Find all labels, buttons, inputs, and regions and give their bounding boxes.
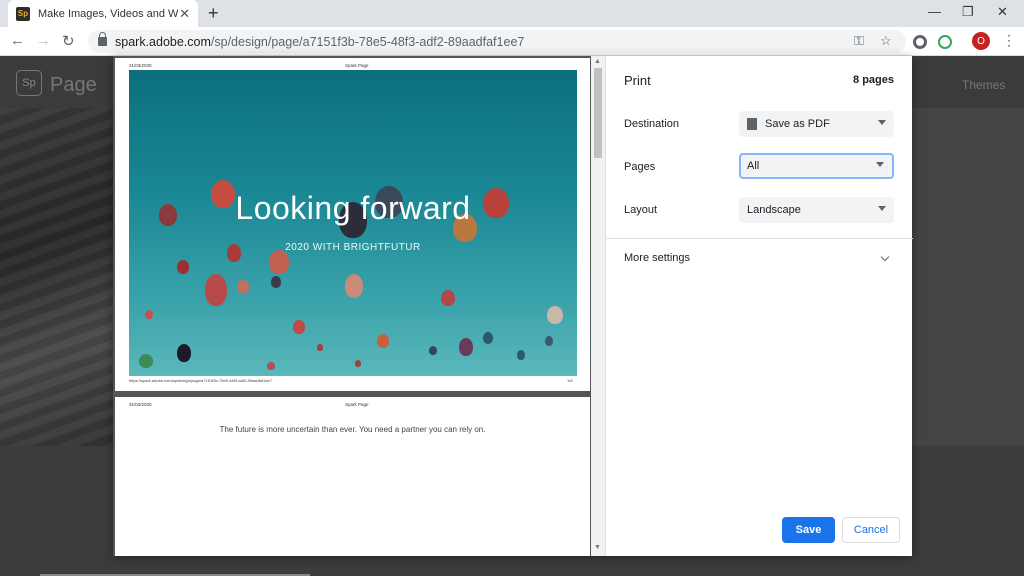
tab-title: Make Images, Videos and Web St — [38, 7, 178, 20]
close-tab-icon[interactable]: ✕ — [179, 6, 190, 22]
layout-select[interactable]: Landscape — [739, 197, 894, 223]
page-date: 31/03/2020 — [129, 63, 152, 68]
page-count: 8 pages — [853, 74, 894, 86]
pages-value: All — [747, 160, 760, 172]
balloon — [177, 260, 189, 274]
key-icon[interactable]: ⚿ — [854, 33, 864, 49]
print-title: Print — [624, 73, 651, 88]
star-icon[interactable]: ☆ — [880, 33, 892, 49]
balloon — [429, 346, 437, 355]
page-date: 31/03/2020 — [129, 402, 152, 407]
balloon — [177, 344, 191, 362]
reload-icon[interactable]: ↻ — [62, 32, 75, 50]
balloon — [267, 362, 275, 370]
balloon — [483, 332, 493, 344]
layout-value: Landscape — [747, 204, 801, 216]
balloon — [145, 310, 153, 319]
scroll-up-icon[interactable]: ▲ — [594, 58, 601, 65]
dropdown-caret-icon — [878, 120, 886, 125]
balloon — [345, 274, 363, 298]
hero-title: Looking forward — [235, 190, 471, 226]
chevron-down-icon[interactable] — [880, 252, 890, 262]
destination-label: Destination — [624, 118, 680, 130]
hero-image: Looking forward 2020 WITH BRIGHTFUTUR — [129, 70, 577, 376]
balloon — [293, 320, 305, 334]
print-preview: 31/03/2020 Spark Page Looking forward 20… — [113, 56, 605, 556]
spark-logo: Sp — [16, 70, 42, 96]
preview-page-1: 31/03/2020 Spark Page Looking forward 20… — [115, 58, 590, 391]
balloon — [205, 274, 227, 306]
dropdown-caret-icon — [878, 206, 886, 211]
background-photo-texture — [0, 108, 114, 446]
avatar[interactable]: O — [972, 32, 990, 50]
background-right-panel — [912, 108, 1024, 446]
minimize-icon[interactable]: — — [928, 4, 941, 19]
cancel-button[interactable]: Cancel — [842, 517, 900, 543]
menu-icon[interactable]: ⋮ — [1002, 32, 1016, 49]
layout-label: Layout — [624, 204, 658, 216]
lock-icon — [98, 32, 107, 46]
page-header: Spark Page — [345, 402, 369, 407]
restore-icon[interactable]: ❐ — [962, 4, 974, 20]
save-button[interactable]: Save — [782, 517, 835, 543]
url-text: spark.adobe.com/sp/design/page/a7151f3b-… — [115, 34, 525, 49]
balloon — [355, 360, 361, 367]
destination-select[interactable]: Save as PDF — [739, 111, 894, 137]
background-themes-label: Themes — [962, 78, 1006, 92]
browser-toolbar: ← → ↻ spark.adobe.com/sp/design/page/a71… — [0, 27, 1024, 56]
balloon — [517, 350, 525, 360]
balloon — [139, 354, 153, 368]
balloon — [459, 338, 473, 356]
background-page-label: Page — [50, 74, 97, 96]
preview-page-2: 31/03/2020 Spark Page The future is more… — [115, 397, 590, 556]
page-footer-url: https://spark.adobe.com/sp/design/page/a… — [129, 378, 272, 383]
back-icon[interactable]: ← — [10, 32, 25, 49]
divider — [606, 238, 913, 239]
balloon — [545, 336, 553, 346]
print-settings-panel: Print 8 pages Destination Save as PDF Pa… — [605, 56, 913, 556]
destination-value: Save as PDF — [765, 118, 830, 130]
balloon — [377, 334, 389, 348]
balloon — [269, 250, 289, 274]
extension-icon[interactable] — [913, 35, 927, 49]
tab-strip: Sp Make Images, Videos and Web St ✕ + — … — [0, 0, 1024, 27]
close-window-icon[interactable]: ✕ — [997, 4, 1008, 20]
balloon — [441, 290, 455, 306]
new-tab-icon[interactable]: + — [208, 3, 219, 24]
scroll-thumb[interactable] — [594, 68, 602, 158]
page-body-text: The future is more uncertain than ever. … — [219, 425, 486, 434]
pages-label: Pages — [624, 161, 656, 173]
print-dialog: 31/03/2020 Spark Page Looking forward 20… — [113, 56, 913, 556]
more-settings-toggle[interactable]: More settings — [624, 252, 690, 264]
preview-scrollbar[interactable]: ▲ ▼ — [591, 56, 605, 556]
dropdown-caret-icon — [876, 162, 884, 167]
balloon — [547, 306, 563, 324]
balloon — [237, 280, 249, 294]
balloon — [271, 276, 281, 288]
scroll-down-icon[interactable]: ▼ — [594, 544, 601, 551]
page-header: Spark Page — [345, 63, 369, 68]
address-bar[interactable]: spark.adobe.com/sp/design/page/a7151f3b-… — [88, 30, 906, 53]
hero-subtitle: 2020 WITH BRIGHTFUTUR — [285, 242, 421, 253]
pause-extension-icon[interactable] — [938, 35, 952, 49]
document-icon — [747, 118, 757, 130]
browser-tab[interactable]: Sp Make Images, Videos and Web St ✕ — [8, 0, 198, 27]
spark-favicon-icon: Sp — [16, 6, 30, 21]
forward-icon[interactable]: → — [36, 32, 51, 49]
balloon — [317, 344, 323, 351]
page-number: 1/8 — [567, 378, 573, 383]
pages-select[interactable]: All — [739, 153, 894, 179]
